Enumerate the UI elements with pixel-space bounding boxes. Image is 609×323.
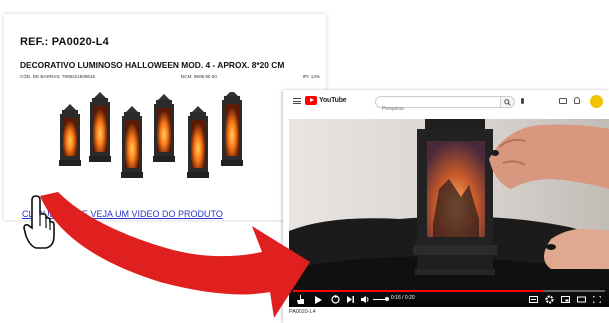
ipi-text: IPI: 13% xyxy=(302,74,320,79)
lantern xyxy=(59,104,81,166)
lantern xyxy=(221,92,243,166)
settings-icon[interactable] xyxy=(545,295,554,304)
barcode-text: CÓD. DE BARRAS: 7908221839616 xyxy=(20,74,96,79)
youtube-logo-text: YouTube xyxy=(319,97,347,104)
miniplayer-icon[interactable] xyxy=(561,296,570,303)
volume-knob[interactable] xyxy=(384,297,389,301)
subtitles-icon[interactable] xyxy=(529,296,538,303)
product-description: DECORATIVO LUMINOSO HALLOWEEN MOD. 4 - A… xyxy=(20,60,285,70)
search-input[interactable] xyxy=(376,104,500,114)
youtube-logo[interactable]: YouTube xyxy=(305,96,347,105)
progress-fill xyxy=(293,290,543,292)
create-icon[interactable] xyxy=(559,98,567,104)
lantern xyxy=(89,92,111,162)
youtube-window: YouTube Pesquisar 0:16 / 0:20 PA0020-L4 xyxy=(283,90,609,323)
product-reference: REF.: PA0020-L4 xyxy=(20,36,109,48)
search-box xyxy=(375,96,501,114)
theater-icon[interactable] xyxy=(577,296,586,303)
video-frame xyxy=(289,119,609,307)
volume-icon[interactable] xyxy=(361,296,369,303)
search-button[interactable] xyxy=(501,96,515,108)
menu-icon[interactable] xyxy=(293,98,301,104)
search-icon xyxy=(504,98,511,106)
fullscreen-icon[interactable] xyxy=(593,296,601,303)
watch-video-link[interactable]: CLIQUE AQUI E VEJA UM VIDEO DO PRODUTO xyxy=(22,209,223,219)
lantern xyxy=(153,94,175,162)
product-image-lanterns xyxy=(59,92,243,178)
youtube-header: YouTube xyxy=(283,90,609,114)
product-specs: CÓD. DE BARRAS: 7908221839616 NCM: 9505.… xyxy=(20,74,320,79)
video-title: PA0020-L4 xyxy=(289,309,316,315)
ncm-text: NCM: 9505.90.00 xyxy=(180,74,217,79)
youtube-logo-icon xyxy=(305,96,317,105)
avatar[interactable] xyxy=(590,95,603,108)
bell-icon[interactable] xyxy=(574,97,580,104)
time-display: 0:16 / 0:20 xyxy=(391,295,415,301)
lantern-in-video xyxy=(413,119,497,275)
product-card: REF.: PA0020-L4 DECORATIVO LUMINOSO HALL… xyxy=(4,14,326,220)
hand-pointer-icon xyxy=(297,295,304,304)
mic-icon[interactable] xyxy=(521,98,524,104)
watch-video-link-text: CLIQUE AQUI E VEJA UM VIDEO DO PRODUTO xyxy=(22,209,223,219)
play-icon[interactable] xyxy=(315,296,322,304)
page: REF.: PA0020-L4 DECORATIVO LUMINOSO HALL… xyxy=(0,0,609,323)
replay-icon[interactable] xyxy=(331,295,340,304)
progress-bar[interactable] xyxy=(293,290,605,292)
player-controls: 0:16 / 0:20 xyxy=(289,289,609,307)
lantern xyxy=(187,106,209,178)
lantern xyxy=(121,106,143,178)
next-icon[interactable] xyxy=(347,296,354,303)
video-player[interactable]: 0:16 / 0:20 xyxy=(289,119,609,307)
